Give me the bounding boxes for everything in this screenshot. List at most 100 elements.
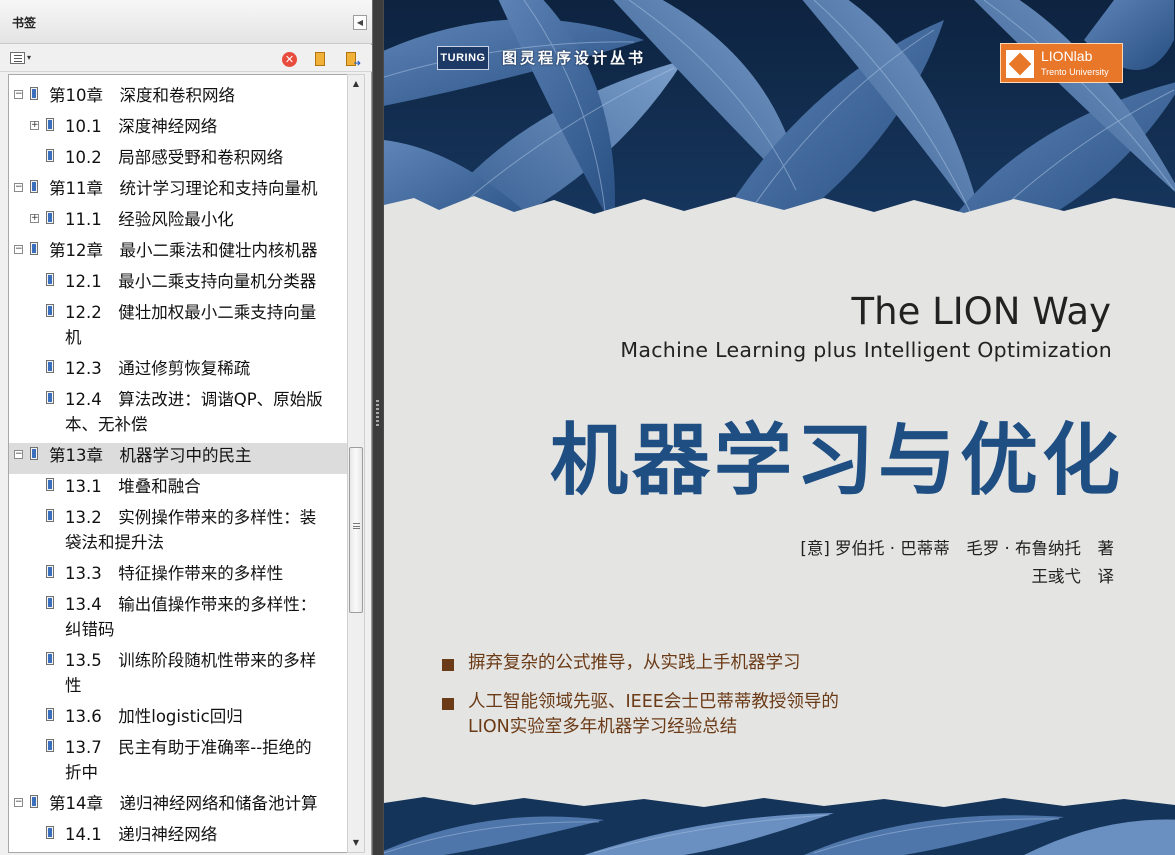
bookmark-icon — [44, 596, 55, 611]
cover-leaves-top-image — [384, 0, 1175, 230]
bookmark-icon — [44, 565, 55, 580]
options-menu-button[interactable]: ▾ — [10, 51, 35, 67]
bookmark-tree: − 第10章 深度和卷积网络 +10.1 深度神经网络 10.2 局部感受野和卷积网络… — [8, 74, 348, 853]
new-bookmark-icon — [315, 52, 325, 66]
bookmark-section[interactable]: 10.2 局部感受野和卷积网络 — [9, 145, 347, 176]
expand-bookmark-button[interactable]: ➜ — [343, 51, 361, 69]
panel-header: 书签 ◀ — [0, 0, 372, 44]
bookmark-section[interactable]: 14.1 递归神经网络 — [9, 822, 347, 852]
bookmark-icon — [28, 447, 39, 462]
splitter-grip-icon — [376, 400, 379, 426]
bookmark-icon — [44, 391, 55, 406]
expand-toggle-icon[interactable]: + — [30, 214, 39, 223]
bookmark-icon — [44, 211, 55, 226]
bookmark-icon — [44, 826, 55, 841]
title-english: The LION Way — [851, 290, 1111, 333]
bookmark-icon — [44, 739, 55, 754]
collapse-toggle-icon[interactable]: − — [14, 183, 23, 192]
bookmark-label: 13.4 输出值操作带来的多样性： 纠错码 — [65, 595, 317, 639]
bookmark-label: 12.2 健壮加权最小二乘支持向量 机 — [65, 303, 317, 347]
delete-icon: ✕ — [284, 53, 295, 66]
document-page[interactable]: TURING 图灵程序设计丛书 LIONlab Trento Universit… — [384, 0, 1175, 855]
bookmark-label: 12.3 通过修剪恢复稀疏 — [65, 359, 251, 378]
new-bookmark-button[interactable] — [312, 51, 328, 68]
bookmark-icon — [44, 708, 55, 723]
lionlab-mark-icon — [1006, 50, 1034, 78]
collapse-toggle-icon[interactable]: − — [14, 450, 23, 459]
bookmark-section[interactable]: 12.3 通过修剪恢复稀疏 — [9, 356, 347, 387]
bullet-square-icon — [442, 698, 454, 710]
series-name: 图灵程序设计丛书 — [502, 49, 647, 67]
arrow-icon: ➜ — [353, 59, 361, 69]
bookmark-label: 13.5 训练阶段随机性带来的多样 性 — [65, 651, 317, 695]
bookmark-icon — [28, 242, 39, 257]
bookmark-icon — [44, 118, 55, 133]
bookmark-section[interactable]: +11.1 经验风险最小化 — [9, 207, 347, 238]
bookmark-section[interactable]: 13.3 特征操作带来的多样性 — [9, 561, 347, 592]
collapse-toggle-icon[interactable]: − — [14, 245, 23, 254]
bookmark-label: 13.2 实例操作带来的多样性：装 袋法和提升法 — [65, 508, 317, 552]
bookmark-section[interactable]: 12.4 算法改进：调谐QP、原始版 本、无补偿 — [9, 387, 347, 443]
panel-title: 书签 — [12, 16, 37, 30]
authors: [意] 罗伯托 · 巴蒂蒂 毛罗 · 布鲁纳托 著 — [800, 539, 1114, 558]
bookmark-icon — [44, 304, 55, 319]
scroll-up-button[interactable]: ▲ — [348, 76, 364, 92]
bookmark-label: 13.6 加性logistic回归 — [65, 707, 243, 726]
bookmark-section[interactable]: 13.7 民主有助于准确率--拒绝的 折中 — [9, 735, 347, 791]
bookmark-section[interactable]: 13.5 训练阶段随机性带来的多样 性 — [9, 648, 347, 704]
bookmark-chapter[interactable]: − 第11章 统计学习理论和支持向量机 — [9, 176, 347, 207]
subtitle-english: Machine Learning plus Intelligent Optimi… — [620, 338, 1112, 362]
expand-toggle-icon[interactable]: + — [30, 121, 39, 130]
grip-icon — [353, 523, 360, 529]
bookmark-label: 第14章 递归神经网络和储备池计算 — [49, 794, 318, 813]
bookmark-label: 13.7 民主有助于准确率--拒绝的 折中 — [65, 738, 312, 782]
bookmark-chapter[interactable]: − 第13章 机器学习中的民主 — [9, 443, 347, 474]
bookmark-section[interactable]: 13.1 堆叠和融合 — [9, 474, 347, 505]
bookmark-icon — [44, 509, 55, 524]
delete-bookmark-button[interactable]: ✕ — [282, 52, 297, 67]
bookmark-icon — [44, 273, 55, 288]
bookmark-scrollbar[interactable]: ▲ ▼ — [347, 74, 365, 853]
bookmark-label: 10.1 深度神经网络 — [65, 117, 218, 136]
list-options-icon — [10, 52, 25, 64]
bookmark-chapter[interactable]: − 第12章 最小二乘法和健壮内核机器 — [9, 238, 347, 269]
bookmark-label: 第11章 统计学习理论和支持向量机 — [49, 179, 318, 198]
title-chinese: 机器学习与优化 — [549, 416, 1124, 506]
bookmark-label: 13.3 特征操作带来的多样性 — [65, 564, 284, 583]
collapse-panel-button[interactable]: ◀ — [353, 15, 367, 30]
bookmark-chapter[interactable]: − 第10章 深度和卷积网络 — [9, 83, 347, 114]
bookmark-icon — [44, 652, 55, 667]
bookmark-label: 第10章 深度和卷积网络 — [49, 86, 235, 105]
lionlab-logo: LIONlab Trento University — [1000, 43, 1123, 83]
collapse-toggle-icon[interactable]: − — [14, 798, 23, 807]
collapse-toggle-icon[interactable]: − — [14, 90, 23, 99]
bookmarks-panel: 书签 ◀ ▾ ✕ ➜ − 第10章 深度和卷积网络 +10.1 深度神经网络 10.2… — [0, 0, 372, 855]
bookmark-icon — [28, 180, 39, 195]
scroll-thumb[interactable] — [349, 447, 363, 613]
bookmark-chapter[interactable]: − 第14章 递归神经网络和储备池计算 — [9, 791, 347, 822]
bookmark-label: 第13章 机器学习中的民主 — [49, 446, 252, 465]
chevron-down-icon: ▾ — [27, 53, 32, 62]
panel-toolbar: ▾ ✕ ➜ — [0, 45, 372, 72]
bookmark-icon — [44, 149, 55, 164]
bookmark-label: 11.1 经验风险最小化 — [65, 210, 234, 229]
panel-splitter[interactable] — [372, 0, 383, 855]
bookmark-icon — [44, 360, 55, 375]
lionlab-name: LIONlab — [1041, 48, 1093, 64]
bookmark-icon — [28, 87, 39, 102]
bookmark-label: 10.2 局部感受野和卷积网络 — [65, 148, 284, 167]
bookmark-label: 12.1 最小二乘支持向量机分类器 — [65, 272, 317, 291]
bullet-square-icon — [442, 659, 454, 671]
bookmark-icon — [44, 478, 55, 493]
bookmark-label: 第12章 最小二乘法和健壮内核机器 — [49, 241, 318, 260]
bookmark-section[interactable]: 13.2 实例操作带来的多样性：装 袋法和提升法 — [9, 505, 347, 561]
bookmark-label: 14.1 递归神经网络 — [65, 825, 218, 844]
scroll-down-button[interactable]: ▼ — [348, 835, 364, 851]
turing-logo: TURING — [437, 46, 489, 70]
bookmark-section[interactable]: 13.4 输出值操作带来的多样性： 纠错码 — [9, 592, 347, 648]
bookmark-section[interactable]: 13.6 加性logistic回归 — [9, 704, 347, 735]
bookmark-section[interactable]: +10.1 深度神经网络 — [9, 114, 347, 145]
cover-bullet-text: 摒弃复杂的公式推导，从实践上手机器学习 — [468, 653, 801, 673]
bookmark-section[interactable]: 12.2 健壮加权最小二乘支持向量 机 — [9, 300, 347, 356]
bookmark-section[interactable]: 12.1 最小二乘支持向量机分类器 — [9, 269, 347, 300]
